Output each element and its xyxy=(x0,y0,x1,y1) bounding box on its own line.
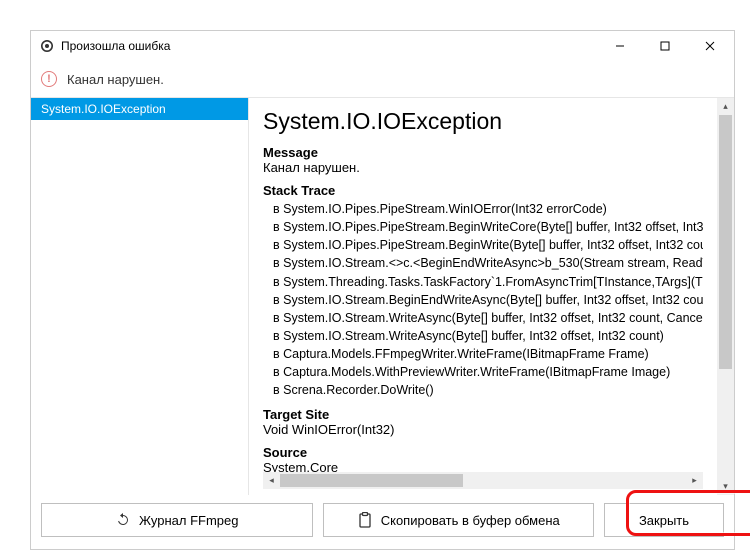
hscroll-thumb[interactable] xyxy=(280,474,463,487)
stack-line: в System.IO.Stream.<>c.<BeginEndWriteAsy… xyxy=(273,254,703,272)
close-button[interactable]: Закрыть xyxy=(604,503,724,537)
alert-row: ! Канал нарушен. xyxy=(31,61,734,97)
window-title: Произошла ошибка xyxy=(61,39,597,53)
stack-line: в System.IO.Stream.WriteAsync(Byte[] buf… xyxy=(273,327,703,345)
stack-line: в System.Threading.Tasks.TaskFactory`1.F… xyxy=(273,273,703,291)
copy-button[interactable]: Скопировать в буфер обмена xyxy=(323,503,595,537)
scroll-up-arrow-icon[interactable]: ▴ xyxy=(717,98,734,115)
app-icon xyxy=(39,38,55,54)
exception-detail: System.IO.IOException Message Канал нару… xyxy=(249,98,734,495)
stack-line: в Captura.Models.FFmpegWriter.WriteFrame… xyxy=(273,345,703,363)
stack-trace-label: Stack Trace xyxy=(263,183,703,198)
source-value: System.Core xyxy=(263,460,703,472)
copy-label: Скопировать в буфер обмена xyxy=(381,513,560,528)
stack-line: в System.IO.Pipes.PipeStream.BeginWrite(… xyxy=(273,236,703,254)
detail-scroll-area: System.IO.IOException Message Канал нару… xyxy=(249,98,717,472)
vscroll-thumb[interactable] xyxy=(719,115,732,369)
stack-trace-list: в System.IO.Pipes.PipeStream.WinIOError(… xyxy=(273,200,703,399)
stack-line: в System.IO.Stream.BeginEndWriteAsync(By… xyxy=(273,291,703,309)
ffmpeg-log-button[interactable]: Журнал FFmpeg xyxy=(41,503,313,537)
vertical-scrollbar[interactable]: ▴ ▾ xyxy=(717,98,734,495)
scroll-right-arrow-icon[interactable]: ▸ xyxy=(686,472,703,489)
scroll-left-arrow-icon[interactable]: ◂ xyxy=(263,472,280,489)
target-site-label: Target Site xyxy=(263,407,703,422)
stack-line: в System.IO.Stream.WriteAsync(Byte[] buf… xyxy=(273,309,703,327)
close-label: Закрыть xyxy=(639,513,689,528)
close-window-button[interactable] xyxy=(687,32,732,61)
error-icon: ! xyxy=(41,71,57,87)
clipboard-icon xyxy=(357,512,373,528)
message-value: Канал нарушен. xyxy=(263,160,703,175)
target-site-value: Void WinIOError(Int32) xyxy=(263,422,703,437)
message-label: Message xyxy=(263,145,703,160)
maximize-button[interactable] xyxy=(642,32,687,61)
exception-heading: System.IO.IOException xyxy=(263,108,703,135)
history-icon xyxy=(115,512,131,528)
scroll-down-arrow-icon[interactable]: ▾ xyxy=(717,478,734,495)
ffmpeg-log-label: Журнал FFmpeg xyxy=(139,513,238,528)
stack-line: в System.IO.Pipes.PipeStream.WinIOError(… xyxy=(273,200,703,218)
main-content: System.IO.IOException System.IO.IOExcept… xyxy=(31,97,734,495)
minimize-button[interactable] xyxy=(597,32,642,61)
stack-line: в Captura.Models.WithPreviewWriter.Write… xyxy=(273,363,703,381)
stack-line: в System.IO.Pipes.PipeStream.BeginWriteC… xyxy=(273,218,703,236)
alert-message: Канал нарушен. xyxy=(67,72,164,87)
error-dialog: Произошла ошибка ! Канал нарушен. System… xyxy=(30,30,735,550)
horizontal-scrollbar[interactable]: ◂ ▸ xyxy=(263,472,703,489)
exception-list[interactable]: System.IO.IOException xyxy=(31,98,249,495)
window-controls xyxy=(597,32,732,61)
stack-line: в Screna.Recorder.DoWrite() xyxy=(273,381,703,399)
dialog-footer: Журнал FFmpeg Скопировать в буфер обмена… xyxy=(31,495,734,549)
titlebar: Произошла ошибка xyxy=(31,31,734,61)
exception-list-item[interactable]: System.IO.IOException xyxy=(31,98,248,120)
source-label: Source xyxy=(263,445,703,460)
